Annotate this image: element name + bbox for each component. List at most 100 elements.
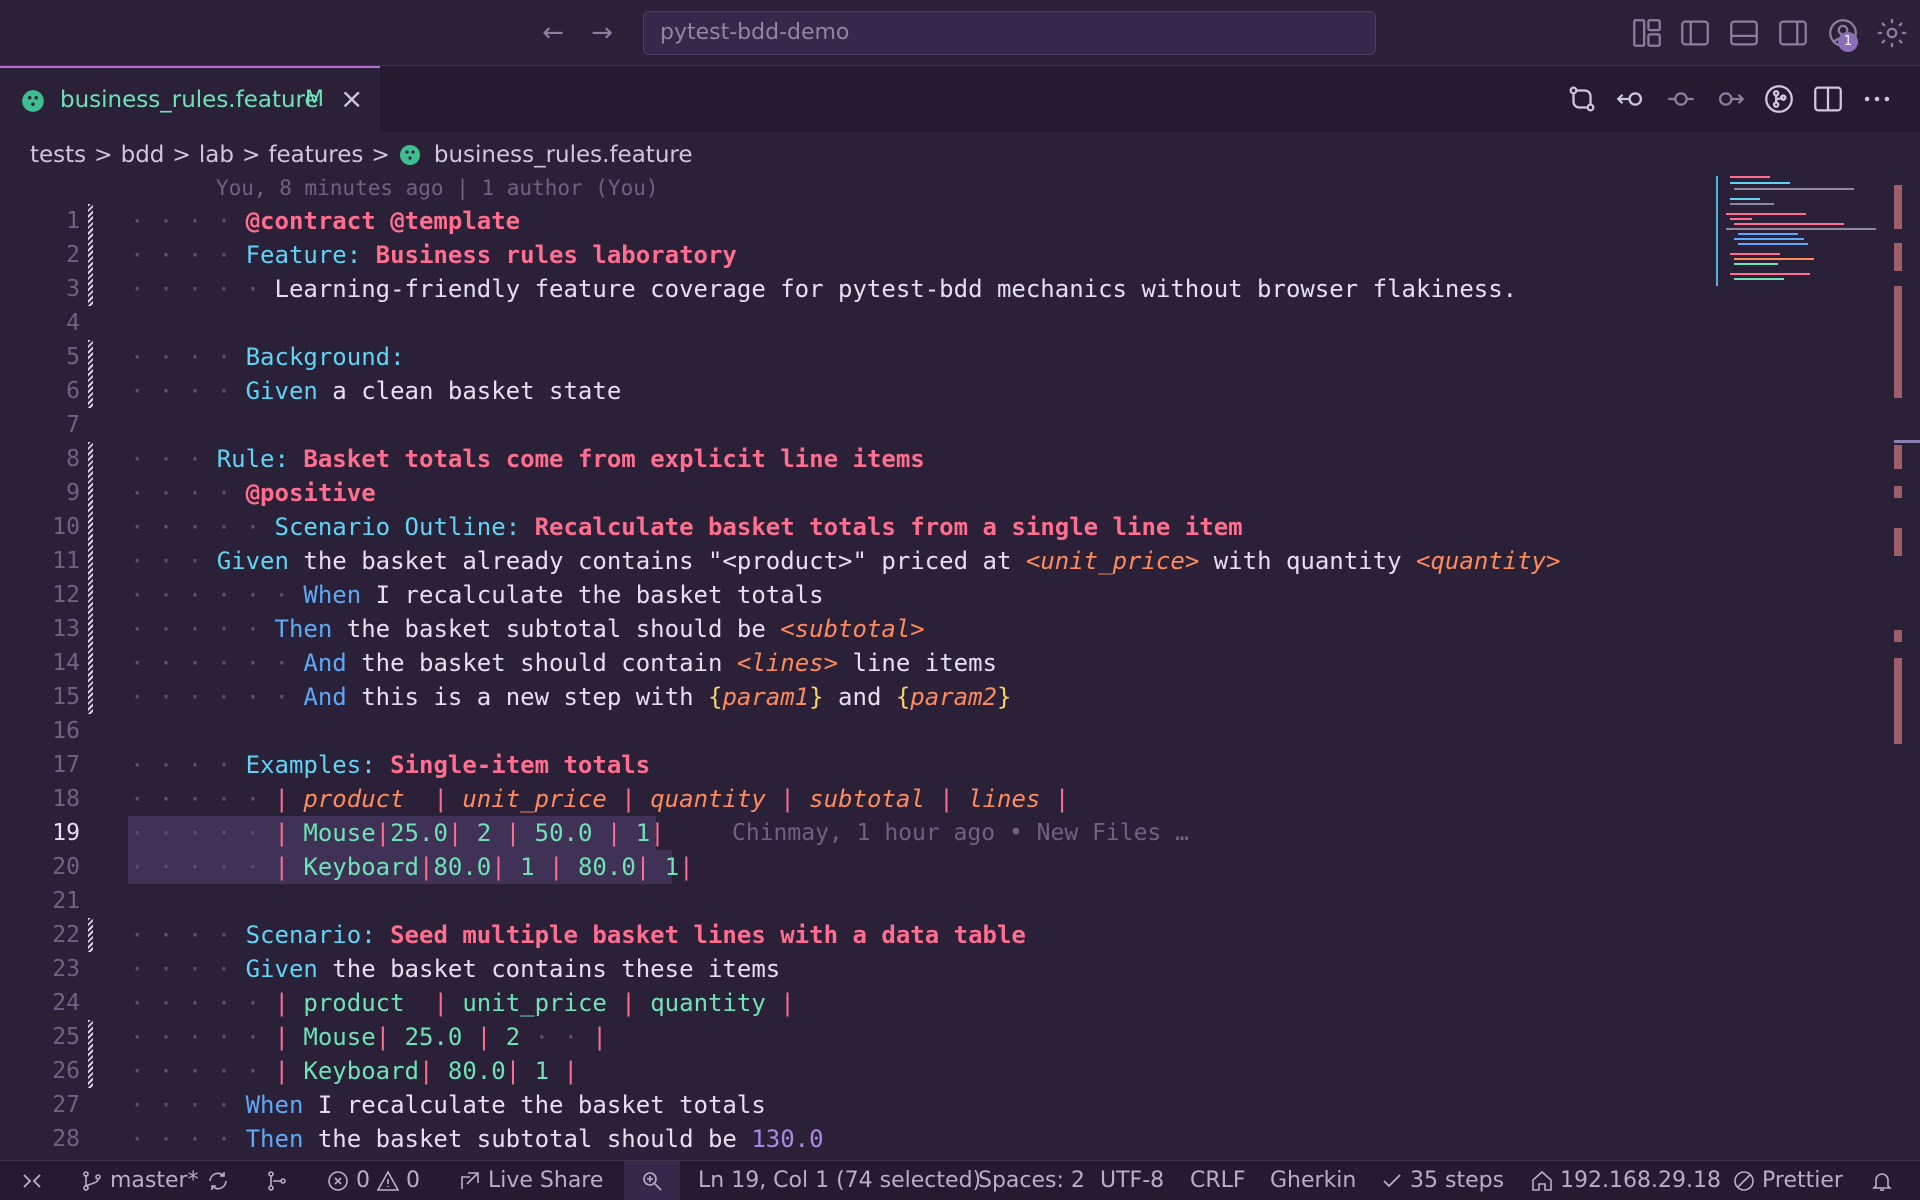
- table-cell: 2: [476, 819, 492, 847]
- line-number: 20: [52, 854, 80, 880]
- toggle-primary-sidebar-icon[interactable]: [1678, 16, 1712, 50]
- next-change-icon[interactable]: [1713, 82, 1747, 116]
- code-line: 3 · · · · · Learning-friendly feature co…: [0, 272, 1900, 306]
- code-line: 24 · · · · · | product | unit_price | qu…: [0, 986, 1900, 1020]
- line-number: 18: [52, 786, 80, 812]
- split-editor-icon[interactable]: [1811, 82, 1845, 116]
- line-number: 15: [52, 684, 80, 710]
- table-cell: 2: [505, 1023, 521, 1051]
- forward-arrow-icon[interactable]: →: [586, 18, 618, 50]
- current-change-icon[interactable]: [1664, 82, 1698, 116]
- tag-text: @contract @template: [245, 207, 521, 235]
- sync-icon[interactable]: [206, 1161, 230, 1200]
- step-keyword: Given: [216, 547, 289, 575]
- breadcrumb-item-tests[interactable]: tests: [30, 142, 86, 168]
- step-text: and: [823, 683, 896, 711]
- code-line: 21: [0, 884, 1900, 918]
- step-text: I recalculate the basket totals: [303, 1091, 766, 1119]
- breadcrumb-item-features[interactable]: features: [268, 142, 363, 168]
- change-marker: [88, 340, 93, 374]
- scenario-title: Seed multiple basket lines with a data t…: [390, 921, 1026, 949]
- steps-status[interactable]: 35 steps: [1380, 1161, 1504, 1200]
- error-icon: [328, 1171, 348, 1191]
- toggle-secondary-sidebar-icon[interactable]: [1776, 16, 1810, 50]
- step-text: the basket subtotal should be: [303, 1125, 752, 1153]
- indentation-status[interactable]: Spaces: 2: [978, 1161, 1085, 1200]
- code-line: 8 · · · Rule: Basket totals come from ex…: [0, 442, 1900, 476]
- change-marker: [88, 476, 93, 510]
- back-arrow-icon[interactable]: ←: [537, 18, 569, 50]
- line-number: 4: [66, 310, 80, 336]
- scrollbar-change-marker: [1894, 185, 1902, 229]
- git-lens-icon[interactable]: [1762, 82, 1796, 116]
- graph-icon[interactable]: [265, 1161, 289, 1200]
- command-center-search[interactable]: pytest-bdd-demo: [643, 11, 1376, 55]
- encoding-status[interactable]: UTF-8: [1100, 1161, 1164, 1200]
- table-cell: product: [303, 989, 419, 1017]
- code-line: 9 · · · · @positive: [0, 476, 1900, 510]
- line-number: 6: [66, 378, 80, 404]
- settings-gear-icon[interactable]: [1875, 16, 1909, 50]
- problems-status[interactable]: 0 0: [326, 1161, 420, 1200]
- keyword: Scenario Outline:: [274, 513, 521, 541]
- cucumber-icon: [20, 88, 46, 118]
- toggle-panel-icon[interactable]: [1727, 16, 1761, 50]
- code-line: 26 · · · · · | Keyboard| 80.0| 1 |: [0, 1054, 1900, 1088]
- eol-status[interactable]: CRLF: [1190, 1161, 1246, 1200]
- keyword: Background:: [245, 343, 405, 371]
- change-marker: [88, 238, 93, 272]
- step-keyword: When: [303, 581, 362, 609]
- breadcrumb-separator: >: [94, 142, 113, 168]
- outline-param: <unit_price>: [1025, 547, 1200, 575]
- table-cell: unit_price: [462, 989, 607, 1017]
- breadcrumb-item-lab[interactable]: lab: [199, 142, 234, 168]
- language-mode[interactable]: Gherkin: [1270, 1161, 1356, 1200]
- step-keyword: And: [303, 683, 347, 711]
- tab-business-rules-feature[interactable]: business_rules.feature M ×: [0, 66, 380, 132]
- minimap[interactable]: [1716, 172, 1906, 292]
- line-number: 13: [52, 616, 80, 642]
- codelens-blame[interactable]: You, 8 minutes ago | 1 author (You): [216, 176, 659, 200]
- code-line: 7: [0, 408, 1900, 442]
- line-number: 2: [66, 242, 80, 268]
- code-editor[interactable]: You, 8 minutes ago | 1 author (You) 1 · …: [0, 172, 1920, 1160]
- customize-layout-icon[interactable]: [1630, 16, 1664, 50]
- step-param: param2: [910, 683, 997, 711]
- change-marker: [88, 510, 93, 544]
- more-actions-icon[interactable]: [1860, 82, 1894, 116]
- feature-title: Business rules laboratory: [375, 241, 737, 269]
- status-bar: master* 0 0 Live Share Ln 19, Col 1 (74 …: [0, 1160, 1920, 1200]
- scrollbar-change-marker: [1894, 486, 1902, 498]
- line-number: 14: [52, 650, 80, 676]
- remote-indicator-icon[interactable]: [20, 1161, 44, 1200]
- branch-status[interactable]: master*: [80, 1161, 199, 1200]
- home-icon: [1532, 1170, 1552, 1191]
- close-tab-icon[interactable]: ×: [340, 82, 363, 115]
- cursor-position[interactable]: Ln 19, Col 1 (74 selected): [698, 1161, 981, 1200]
- change-marker: [88, 612, 93, 646]
- open-changes-icon[interactable]: [1565, 82, 1599, 116]
- code-line: 18 · · · · · | product | unit_price | qu…: [0, 782, 1900, 816]
- previous-change-icon[interactable]: [1614, 82, 1648, 116]
- step-keyword: Then: [274, 615, 333, 643]
- line-number: 28: [52, 1126, 80, 1152]
- live-share-button[interactable]: Live Share: [458, 1161, 603, 1200]
- host-status[interactable]: 192.168.29.18: [1530, 1161, 1721, 1200]
- line-number: 24: [52, 990, 80, 1016]
- keyword: Examples:: [245, 751, 376, 779]
- table-cell: 80.0: [447, 1057, 506, 1085]
- notifications-bell-icon[interactable]: [1870, 1161, 1894, 1200]
- step-keyword: And: [303, 649, 347, 677]
- prettier-status[interactable]: Prettier: [1732, 1161, 1843, 1200]
- tag-text: @positive: [245, 479, 376, 507]
- table-cell: 25.0: [390, 819, 448, 847]
- zoom-icon[interactable]: [624, 1161, 680, 1200]
- breadcrumb-item-bdd[interactable]: bdd: [121, 142, 165, 168]
- table-header-cell: lines: [968, 785, 1041, 813]
- breadcrumb-item-file[interactable]: business_rules.feature: [434, 142, 693, 168]
- step-keyword: Given: [245, 955, 318, 983]
- inline-blame[interactable]: Chinmay, 1 hour ago • New Files …: [732, 816, 1189, 850]
- scrollbar-cursor-marker: [1894, 440, 1920, 443]
- scrollbar-change-marker: [1894, 630, 1902, 642]
- step-text: line items: [838, 649, 997, 677]
